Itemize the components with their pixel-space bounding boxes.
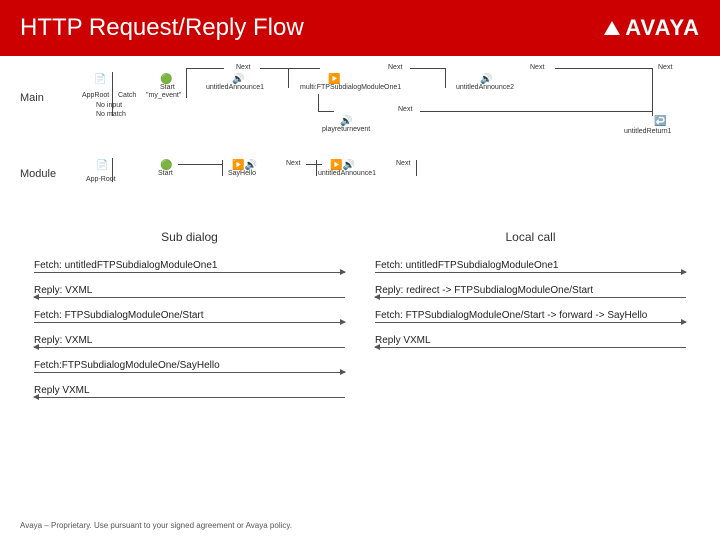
mnext-1: Next [286, 160, 300, 168]
arrow-right-icon [34, 372, 345, 373]
bar [318, 94, 319, 112]
arrow-left-icon [34, 397, 345, 398]
localcall-column: Local call Fetch: untitledFTPSubdialogMo… [375, 230, 686, 408]
bar [316, 160, 317, 176]
page-title: HTTP Request/Reply Flow [20, 14, 304, 42]
logo-text: AVAYA [625, 15, 700, 41]
arrow-right-icon [34, 272, 345, 273]
bar [420, 111, 652, 112]
arrow-left-icon [34, 347, 345, 348]
localcall-title: Local call [375, 230, 686, 244]
return-icon: ↩️ [654, 116, 666, 127]
next-2: Next [388, 64, 402, 72]
step: Reply VXML [34, 383, 345, 397]
step: Reply: redirect -> FTPSubdialogModuleOne… [375, 283, 686, 297]
step: Fetch: untitledFTPSubdialogModuleOne1 [34, 258, 345, 272]
next-1: Next [236, 64, 250, 72]
approot-icon: 📄 [94, 74, 106, 85]
arrow-left-icon [375, 347, 686, 348]
avaya-logo: AVAYA [604, 15, 700, 41]
node-noinput: No input [96, 102, 122, 110]
footer-text: Avaya – Proprietary. Use pursuant to you… [20, 521, 292, 530]
row-label-module: Module [20, 168, 56, 180]
bar [112, 72, 113, 116]
title-bar: HTTP Request/Reply Flow AVAYA [0, 0, 720, 56]
node-start: Start [160, 84, 175, 92]
bar [306, 164, 322, 165]
arrow-left-icon [375, 297, 686, 298]
step: Fetch:FTPSubdialogModuleOne/SayHello [34, 358, 345, 372]
node-myevent: "my_event" [146, 92, 181, 100]
arrow-right-icon [34, 322, 345, 323]
node-nomatch: No match [96, 111, 126, 119]
bar [260, 68, 320, 69]
bar [652, 68, 653, 116]
subdialog-title: Sub dialog [34, 230, 345, 244]
bar [318, 111, 334, 112]
mnext-2: Next [396, 160, 410, 168]
bar [445, 68, 446, 88]
bar [416, 160, 417, 176]
node-approot: AppRoot [82, 92, 109, 100]
bar [186, 68, 224, 69]
step: Reply: VXML [34, 333, 345, 347]
node-catch: Catch [118, 92, 136, 100]
arrow-left-icon [34, 297, 345, 298]
arrow-right-icon [375, 272, 686, 273]
step: Fetch: FTPSubdialogModuleOne/Start [34, 308, 345, 322]
node-subdialog: multi:FTPSubdialogModuleOne1 [300, 84, 401, 92]
step: Fetch: untitledFTPSubdialogModuleOne1 [375, 258, 686, 272]
mnode-sayhello: SayHello [228, 170, 256, 178]
comparison-section: Sub dialog Fetch: untitledFTPSubdialogMo… [0, 216, 720, 408]
step: Fetch: FTPSubdialogModuleOne/Start -> fo… [375, 308, 686, 322]
step: Reply VXML [375, 333, 686, 347]
next-5: Next [658, 64, 672, 72]
node-announce2: untitledAnnounce2 [456, 84, 514, 92]
arrow-right-icon [375, 322, 686, 323]
mnode-start: Start [158, 170, 173, 178]
next-4: Next [530, 64, 544, 72]
subdialog-column: Sub dialog Fetch: untitledFTPSubdialogMo… [34, 230, 345, 408]
bar [410, 68, 446, 69]
approot-icon-2: 📄 [96, 160, 108, 171]
node-return: untitledReturn1 [624, 128, 671, 136]
logo-triangle-icon [604, 21, 620, 35]
node-announce1: untitledAnnounce1 [206, 84, 264, 92]
row-label-main: Main [20, 92, 44, 104]
mnode-announce1: untitledAnnounce1 [318, 170, 376, 178]
next-3: Next [398, 106, 412, 114]
node-playreturn: playreturnevent [322, 126, 370, 134]
bar [112, 158, 113, 182]
bar [222, 160, 223, 176]
bar [288, 68, 289, 88]
bar [178, 164, 222, 165]
step: Reply: VXML [34, 283, 345, 297]
bar [555, 68, 653, 69]
flow-diagram: Main Module 📄 AppRoot Catch No input No … [0, 56, 720, 216]
bar [186, 68, 187, 98]
